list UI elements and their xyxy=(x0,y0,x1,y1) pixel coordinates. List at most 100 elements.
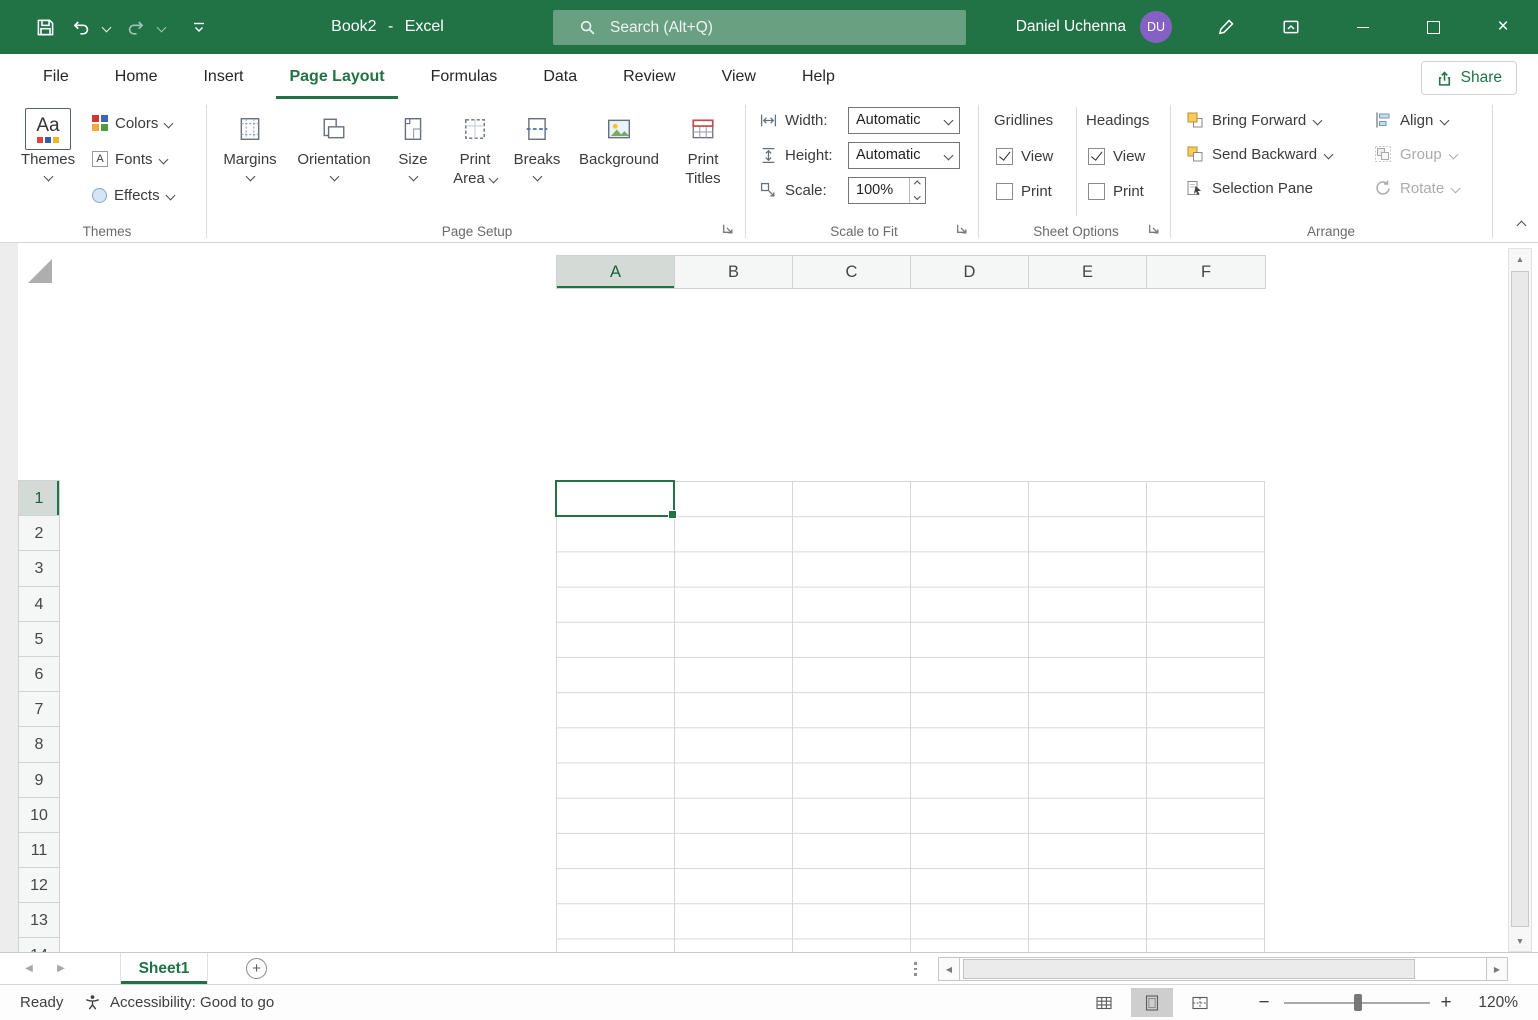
scale-spin-down[interactable] xyxy=(910,190,925,203)
breaks-button[interactable]: Breaks xyxy=(507,105,567,180)
zoom-out-button[interactable]: − xyxy=(1252,985,1276,1020)
avatar[interactable]: DU xyxy=(1140,11,1172,43)
row-header[interactable]: 13 xyxy=(19,903,59,938)
scroll-down-button[interactable]: ▼ xyxy=(1509,931,1531,951)
sheet-tab-sheet1[interactable]: Sheet1 xyxy=(120,953,208,984)
gridlines-print-checkbox[interactable] xyxy=(996,183,1013,200)
search-bar[interactable]: Search (Alt+Q) xyxy=(553,10,966,45)
row-header[interactable]: 8 xyxy=(19,727,59,762)
background-button[interactable]: Background xyxy=(570,105,668,169)
tab-help[interactable]: Help xyxy=(789,54,848,99)
save-button[interactable] xyxy=(28,0,62,54)
close-button[interactable]: × xyxy=(1468,0,1538,54)
headings-print-checkbox[interactable] xyxy=(1088,183,1105,200)
customize-quick-access-button[interactable] xyxy=(184,0,214,54)
column-header-d[interactable]: D xyxy=(911,256,1029,288)
next-sheet-button[interactable]: ▶ xyxy=(48,953,74,984)
row-header[interactable]: 5 xyxy=(19,622,59,657)
row-header[interactable]: 2 xyxy=(19,516,59,551)
print-area-button[interactable]: Print Area xyxy=(446,105,504,188)
redo-dropdown-button[interactable] xyxy=(152,0,170,54)
tab-review[interactable]: Review xyxy=(610,54,688,99)
horizontal-scroll-thumb[interactable] xyxy=(963,959,1415,979)
effects-button[interactable]: Effects xyxy=(92,181,174,209)
headings-view-checkbox[interactable] xyxy=(1088,148,1105,165)
print-titles-button[interactable]: Print Titles xyxy=(672,105,734,188)
row-header[interactable]: 11 xyxy=(19,833,59,868)
scroll-up-button[interactable]: ▲ xyxy=(1509,249,1531,269)
sheet-grid[interactable] xyxy=(556,481,1265,952)
vertical-scroll-track[interactable] xyxy=(1509,269,1531,931)
accessibility-status[interactable]: Accessibility: Good to go xyxy=(84,985,274,1020)
themes-button[interactable]: Aa Themes xyxy=(16,105,80,180)
gridlines-print-option[interactable]: Print xyxy=(996,180,1052,202)
undo-dropdown-button[interactable] xyxy=(97,0,115,54)
column-header-f[interactable]: F xyxy=(1147,256,1265,288)
row-header[interactable]: 1 xyxy=(19,481,59,516)
fonts-button[interactable]: A Fonts xyxy=(92,145,167,173)
tab-insert[interactable]: Insert xyxy=(190,54,256,99)
collapse-ribbon-button[interactable] xyxy=(1518,216,1525,233)
headings-print-option[interactable]: Print xyxy=(1088,180,1144,202)
row-header[interactable]: 14 xyxy=(19,938,59,952)
column-header-b[interactable]: B xyxy=(675,256,793,288)
width-select[interactable]: Automatic xyxy=(848,107,960,134)
zoom-level[interactable]: 120% xyxy=(1462,985,1518,1020)
page-layout-view-button[interactable] xyxy=(1131,988,1173,1017)
size-button[interactable]: Size xyxy=(386,105,440,180)
row-header[interactable]: 4 xyxy=(19,587,59,622)
page-break-preview-button[interactable] xyxy=(1179,988,1221,1017)
row-header[interactable]: 12 xyxy=(19,868,59,903)
tab-scroll-splitter[interactable] xyxy=(914,962,917,976)
share-button[interactable]: Share xyxy=(1421,61,1517,95)
send-backward-button[interactable]: Send Backward xyxy=(1186,142,1332,166)
tab-view[interactable]: View xyxy=(709,54,769,99)
vertical-scroll-thumb[interactable] xyxy=(1511,271,1529,927)
tab-data[interactable]: Data xyxy=(530,54,590,99)
scroll-right-button[interactable]: ▶ xyxy=(1486,957,1508,981)
ribbon-display-options-button[interactable] xyxy=(1268,0,1314,54)
vertical-scrollbar[interactable]: ▲ ▼ xyxy=(1508,248,1532,952)
row-header[interactable]: 10 xyxy=(19,798,59,833)
horizontal-scroll-track[interactable] xyxy=(960,957,1486,981)
maximize-button[interactable] xyxy=(1398,0,1468,54)
new-sheet-button[interactable]: + xyxy=(246,958,267,979)
zoom-slider[interactable] xyxy=(1284,1002,1430,1004)
column-header-c[interactable]: C xyxy=(793,256,911,288)
zoom-in-button[interactable]: + xyxy=(1434,985,1458,1020)
selection-pane-button[interactable]: Selection Pane xyxy=(1186,176,1313,200)
tab-formulas[interactable]: Formulas xyxy=(418,54,511,99)
colors-button[interactable]: Colors xyxy=(92,109,172,137)
scale-spin-up[interactable] xyxy=(910,178,925,191)
minimize-button[interactable] xyxy=(1328,0,1398,54)
fill-handle[interactable] xyxy=(668,510,677,519)
orientation-button[interactable]: Orientation xyxy=(288,105,380,180)
column-header-e[interactable]: E xyxy=(1029,256,1147,288)
row-header[interactable]: 3 xyxy=(19,551,59,586)
zoom-slider-thumb[interactable] xyxy=(1354,994,1362,1011)
tab-home[interactable]: Home xyxy=(102,54,171,99)
rotate-button[interactable]: Rotate xyxy=(1374,176,1459,200)
previous-sheet-button[interactable]: ◀ xyxy=(16,953,42,984)
gridlines-view-checkbox[interactable] xyxy=(996,148,1013,165)
normal-view-button[interactable] xyxy=(1083,988,1125,1017)
gridlines-view-option[interactable]: View xyxy=(996,145,1053,167)
scroll-left-button[interactable]: ◀ xyxy=(938,957,960,981)
tab-page-layout[interactable]: Page Layout xyxy=(276,54,397,99)
undo-button[interactable] xyxy=(66,0,96,54)
ink-editor-button[interactable] xyxy=(1203,0,1249,54)
tab-file[interactable]: File xyxy=(30,54,82,99)
column-header-a[interactable]: A xyxy=(557,256,675,288)
bring-forward-button[interactable]: Bring Forward xyxy=(1186,108,1321,132)
headings-view-option[interactable]: View xyxy=(1088,145,1145,167)
scale-input[interactable]: 100% xyxy=(848,177,926,204)
row-header[interactable]: 7 xyxy=(19,692,59,727)
group-objects-button[interactable]: Group xyxy=(1374,142,1457,166)
select-all-corner[interactable] xyxy=(28,259,52,283)
redo-button[interactable] xyxy=(121,0,151,54)
height-select[interactable]: Automatic xyxy=(848,142,960,169)
row-header[interactable]: 6 xyxy=(19,657,59,692)
account-name[interactable]: Daniel Uchenna xyxy=(960,0,1126,54)
row-header[interactable]: 9 xyxy=(19,763,59,798)
horizontal-scrollbar[interactable]: ◀ ▶ xyxy=(938,957,1508,981)
